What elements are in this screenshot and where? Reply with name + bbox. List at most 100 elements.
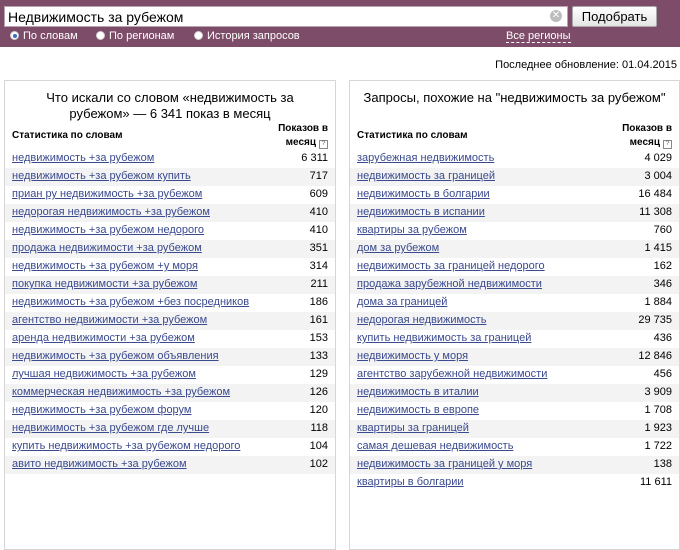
table-row: недвижимость +за рубежом где лучше 118 [5, 420, 335, 438]
count-cell: 29 735 [615, 312, 679, 330]
table-row: недвижимость +за рубежом форум 120 [5, 402, 335, 420]
phrase-link[interactable]: недвижимость +за рубежом объявления [12, 350, 219, 362]
phrase-link[interactable]: авито недвижимость +за рубежом [12, 458, 187, 470]
phrase-cell: авито недвижимость +за рубежом [5, 456, 271, 474]
phrase-link[interactable]: купить недвижимость +за рубежом недорого [12, 440, 240, 452]
phrase-link[interactable]: недвижимость у моря [357, 350, 468, 362]
column-header-phrase: Статистика по словам [357, 130, 468, 141]
phrase-cell: недвижимость за границей [350, 168, 615, 186]
right-table: Статистика по словам Показов в месяц? за… [350, 122, 679, 492]
count-cell: 120 [309, 404, 328, 416]
clear-icon[interactable]: ✕ [550, 10, 562, 22]
phrase-link[interactable]: недвижимость за границей у моря [357, 458, 532, 470]
table-row: купить недвижимость +за рубежом недорого… [5, 438, 335, 456]
left-panel: Что искали со словом «недвижимость за ру… [4, 80, 336, 550]
phrase-cell: недвижимость +за рубежом форум [5, 402, 271, 420]
all-regions-link[interactable]: Все регионы [506, 30, 571, 43]
phrase-cell: недвижимость +за рубежом где лучше [5, 420, 271, 438]
phrase-cell: недвижимость в европе [350, 402, 615, 420]
phrase-link[interactable]: недвижимость в болгарии [357, 188, 490, 200]
phrase-cell: дом за рубежом [350, 240, 615, 258]
phrase-link[interactable]: недорогая недвижимость +за рубежом [12, 206, 210, 218]
left-table: Статистика по словам Показов в месяц? не… [5, 122, 335, 474]
radio-icon[interactable] [194, 31, 203, 40]
phrase-link[interactable]: приан ру недвижимость +за рубежом [12, 188, 202, 200]
phrase-cell: недвижимость +за рубежом +без посреднико… [5, 294, 271, 312]
phrase-link[interactable]: недвижимость +за рубежом недорого [12, 224, 204, 236]
phrase-cell: недвижимость у моря [350, 348, 615, 366]
table-row: коммерческая недвижимость +за рубежом 126 [5, 384, 335, 402]
table-row: покупка недвижимости +за рубежом 211 [5, 276, 335, 294]
phrase-link[interactable]: продажа недвижимости +за рубежом [12, 242, 202, 254]
phrase-cell: недвижимость +за рубежом купить [5, 168, 271, 186]
count-cell: 346 [615, 276, 679, 294]
count-cell: 126 [271, 384, 335, 402]
table-row: агентство зарубежной недвижимости 456 [350, 366, 679, 384]
radio-icon[interactable] [96, 31, 105, 40]
phrase-cell: недвижимость в болгарии [350, 186, 615, 204]
table-row: квартиры за рубежом 760 [350, 222, 679, 240]
phrase-cell: самая дешевая недвижимость [350, 438, 615, 456]
phrase-link[interactable]: самая дешевая недвижимость [357, 440, 513, 452]
phrase-link[interactable]: недвижимость +за рубежом +у моря [12, 260, 198, 272]
count-cell: 436 [653, 332, 672, 344]
radio-checked-icon[interactable] [10, 31, 19, 40]
left-panel-title: Что искали со словом «недвижимость за ру… [46, 90, 294, 121]
phrase-link[interactable]: лучшая недвижимость +за рубежом [12, 368, 196, 380]
count-cell: 133 [271, 348, 335, 366]
phrase-link[interactable]: коммерческая недвижимость +за рубежом [12, 386, 230, 398]
phrase-link[interactable]: недорогая недвижимость [357, 314, 486, 326]
table-row: недорогая недвижимость +за рубежом 410 [5, 204, 335, 222]
search-box[interactable]: ✕ [4, 6, 568, 27]
count-cell: 314 [309, 260, 328, 272]
search-input[interactable] [8, 7, 538, 26]
table-row: продажа зарубежной недвижимости 346 [350, 276, 679, 294]
phrase-link[interactable]: недвижимость в испании [357, 206, 485, 218]
phrase-cell: недвижимость +за рубежом недорого [5, 222, 271, 240]
phrase-link[interactable]: продажа зарубежной недвижимости [357, 278, 542, 290]
phrase-link[interactable]: аренда недвижимости +за рубежом [12, 332, 195, 344]
phrase-link[interactable]: недвижимость +за рубежом [12, 152, 154, 164]
phrase-cell: недорогая недвижимость +за рубежом [5, 204, 271, 222]
phrase-link[interactable]: зарубежная недвижимость [357, 152, 494, 164]
phrase-link[interactable]: недвижимость +за рубежом купить [12, 170, 191, 182]
count-cell: 161 [271, 312, 335, 330]
phrase-link[interactable]: купить недвижимость за границей [357, 332, 531, 344]
phrase-cell: зарубежная недвижимость [350, 150, 615, 168]
table-row: квартиры за границей 1 923 [350, 420, 679, 438]
phrase-cell: недвижимость в испании [350, 204, 615, 222]
help-icon[interactable]: ? [663, 140, 672, 149]
table-row: недвижимость +за рубежом +у моря 314 [5, 258, 335, 276]
phrase-link[interactable]: недвижимость за границей [357, 170, 495, 182]
phrase-link[interactable]: квартиры за рубежом [357, 224, 467, 236]
phrase-link[interactable]: агентство зарубежной недвижимости [357, 368, 547, 380]
phrase-link[interactable]: недвижимость в европе [357, 404, 479, 416]
phrase-link[interactable]: недвижимость за границей недорого [357, 260, 545, 272]
phrase-cell: купить недвижимость за границей [350, 330, 615, 348]
phrase-link[interactable]: покупка недвижимости +за рубежом [12, 278, 197, 290]
count-cell: 3 004 [615, 168, 679, 186]
phrase-link[interactable]: дом за рубежом [357, 242, 439, 254]
phrase-link[interactable]: недвижимость в италии [357, 386, 479, 398]
phrase-link[interactable]: квартиры в болгарии [357, 476, 464, 488]
mode-by-words[interactable]: По словам [10, 30, 78, 42]
phrase-cell: квартиры за рубежом [350, 222, 615, 240]
submit-button[interactable]: Подобрать [572, 6, 657, 27]
count-cell: 186 [309, 296, 328, 308]
table-row: недвижимость в испании 11 308 [350, 204, 679, 222]
phrase-link[interactable]: дома за границей [357, 296, 447, 308]
count-cell: 717 [271, 168, 335, 186]
phrase-link[interactable]: недвижимость +за рубежом +без посреднико… [12, 296, 249, 308]
help-icon[interactable]: ? [319, 140, 328, 149]
column-header-count: Показов в месяц? [278, 123, 328, 149]
phrase-link[interactable]: недвижимость +за рубежом форум [12, 404, 192, 416]
count-cell: 760 [653, 224, 672, 236]
phrase-link[interactable]: агентство недвижимости +за рубежом [12, 314, 207, 326]
count-cell: 1 415 [615, 240, 679, 258]
phrase-link[interactable]: квартиры за границей [357, 422, 469, 434]
table-row: недвижимость за границей недорого 162 [350, 258, 679, 276]
phrase-cell: недвижимость +за рубежом [5, 150, 271, 168]
mode-by-regions[interactable]: По регионам [96, 30, 174, 42]
mode-history[interactable]: История запросов [194, 30, 300, 42]
phrase-link[interactable]: недвижимость +за рубежом где лучше [12, 422, 209, 434]
